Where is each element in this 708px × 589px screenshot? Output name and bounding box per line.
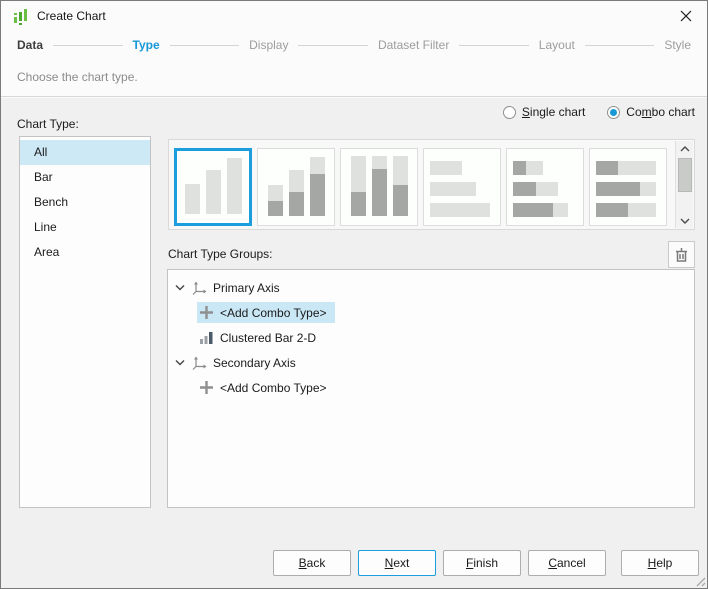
tree-node-clustered-bar-2d[interactable]: Clustered Bar 2-D — [168, 325, 694, 350]
step-type[interactable]: Type — [133, 38, 160, 52]
percent-stacked-bar-2d-icon — [351, 156, 408, 225]
tree-node-label: <Add Combo Type> — [220, 381, 327, 395]
step-data[interactable]: Data — [17, 38, 43, 52]
close-button[interactable] — [673, 5, 699, 27]
scroll-down-icon[interactable] — [676, 213, 694, 228]
radio-icon — [503, 106, 516, 119]
step-layout[interactable]: Layout — [539, 38, 575, 52]
list-item-all[interactable]: All — [20, 140, 150, 165]
single-chart-radio[interactable]: Single chart — [503, 105, 585, 119]
step-connector — [298, 45, 367, 46]
single-chart-label: Single chart — [522, 105, 585, 119]
step-connector — [585, 45, 654, 46]
add-plus-icon — [197, 380, 215, 395]
step-connector — [459, 45, 528, 46]
thumbnail-percent-stacked-bar-2d[interactable] — [340, 148, 418, 226]
thumbnail-stacked-bar-2d[interactable] — [257, 148, 335, 226]
step-display[interactable]: Display — [249, 38, 288, 52]
thumbnail-clustered-bar-2d[interactable] — [174, 148, 252, 226]
list-item-area[interactable]: Area — [20, 240, 150, 265]
chart-thumbnail-strip — [168, 139, 695, 230]
tree-node-add-combo-primary[interactable]: <Add Combo Type> — [168, 300, 694, 325]
chevron-down-icon[interactable] — [175, 284, 187, 291]
delete-group-button[interactable] — [668, 241, 695, 268]
axis-icon — [190, 355, 208, 371]
bar-chart-icon — [197, 331, 215, 345]
chart-type-groups-tree: Primary Axis <Add Combo Type> — [167, 269, 695, 508]
stacked-bar-2d-icon — [268, 157, 325, 225]
clustered-bar-2d-icon — [185, 158, 242, 223]
tree-node-primary-axis[interactable]: Primary Axis — [168, 275, 694, 300]
tree-node-label: <Add Combo Type> — [220, 306, 327, 320]
clustered-horizontal-bar-2d-icon — [430, 161, 494, 225]
thumbnail-clustered-horizontal-bar-2d[interactable] — [423, 148, 501, 226]
axis-icon — [190, 280, 208, 296]
trash-icon — [674, 247, 689, 263]
chart-mode-radios: Single chart Combo chart — [503, 105, 695, 119]
stacked-horizontal-bar-2d-icon — [513, 161, 577, 225]
radio-checked-icon — [607, 106, 620, 119]
combo-chart-radio[interactable]: Combo chart — [607, 105, 695, 119]
tree-node-label: Secondary Axis — [213, 356, 296, 370]
chart-app-icon — [13, 8, 30, 25]
thumbnail-percent-stacked-horizontal-bar-2d[interactable] — [589, 148, 667, 226]
dialog-title: Create Chart — [37, 9, 106, 23]
back-button[interactable]: Back — [273, 550, 351, 576]
help-button[interactable]: Help — [621, 550, 699, 576]
combo-chart-label: Combo chart — [626, 105, 695, 119]
chart-type-groups-label: Chart Type Groups: — [168, 247, 273, 261]
finish-button[interactable]: Finish — [443, 550, 521, 576]
tree-node-label: Primary Axis — [213, 281, 280, 295]
thumbnail-stacked-horizontal-bar-2d[interactable] — [506, 148, 584, 226]
create-chart-dialog: Create Chart Data Type Display Dataset F… — [0, 0, 708, 589]
tree-node-label: Clustered Bar 2-D — [220, 331, 316, 345]
wizard-subtitle: Choose the chart type. — [1, 58, 707, 97]
add-plus-icon — [197, 305, 215, 320]
percent-stacked-horizontal-bar-2d-icon — [596, 161, 660, 225]
dialog-buttons: Back Next Finish Cancel Help — [1, 550, 707, 576]
thumbnail-scrollbar[interactable] — [675, 141, 693, 228]
chart-type-label: Chart Type: — [17, 117, 79, 131]
step-dataset-filter[interactable]: Dataset Filter — [378, 38, 449, 52]
step-style[interactable]: Style — [664, 38, 691, 52]
step-connector — [53, 45, 122, 46]
title-bar: Create Chart — [1, 1, 707, 31]
scrollbar-thumb[interactable] — [678, 158, 692, 192]
tree-node-add-combo-secondary[interactable]: <Add Combo Type> — [168, 375, 694, 400]
close-icon — [680, 10, 692, 22]
list-item-line[interactable]: Line — [20, 215, 150, 240]
step-connector — [170, 45, 239, 46]
chevron-down-icon[interactable] — [175, 359, 187, 366]
tree-node-secondary-axis[interactable]: Secondary Axis — [168, 350, 694, 375]
next-button[interactable]: Next — [358, 550, 436, 576]
list-item-bar[interactable]: Bar — [20, 165, 150, 190]
wizard-steps: Data Type Display Dataset Filter Layout … — [1, 32, 707, 58]
list-item-bench[interactable]: Bench — [20, 190, 150, 215]
dialog-body: Single chart Combo chart Chart Type: All… — [1, 98, 707, 588]
scroll-up-icon[interactable] — [676, 141, 694, 156]
resize-grip[interactable] — [693, 574, 706, 587]
chart-type-list: All Bar Bench Line Area — [19, 136, 151, 508]
cancel-button[interactable]: Cancel — [528, 550, 606, 576]
